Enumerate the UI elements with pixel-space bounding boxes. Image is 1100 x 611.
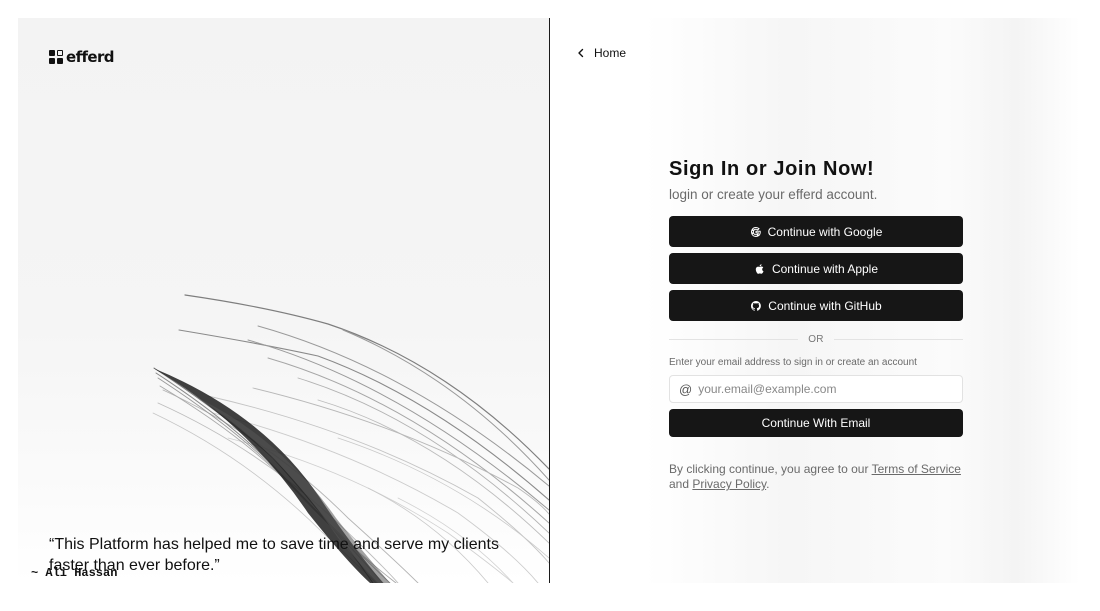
apple-icon (755, 263, 764, 274)
email-input[interactable] (698, 382, 939, 396)
apple-signin-button[interactable]: Continue with Apple (669, 253, 963, 284)
legal-middle: and (669, 477, 693, 491)
page-title: Sign In or Join Now! (669, 158, 875, 180)
testimonial-author: ~ Ali Hassan (31, 566, 118, 580)
home-link[interactable]: Home (576, 46, 626, 60)
brand-name: efferd (66, 48, 115, 66)
legal-suffix: . (766, 477, 770, 491)
google-signin-button[interactable]: Continue with Google (669, 216, 963, 247)
at-sign-icon: @ (679, 381, 693, 397)
page-subtitle: login or create your efferd account. (669, 187, 878, 202)
email-hint: Enter your email address to sign in or c… (669, 357, 917, 368)
divider-line-right (833, 338, 964, 340)
google-button-label: Continue with Google (767, 224, 883, 239)
github-signin-button[interactable]: Continue with GitHub (669, 290, 963, 321)
chevron-left-icon (578, 48, 584, 58)
or-divider: OR (669, 333, 964, 345)
privacy-link[interactable]: Privacy Policy (692, 477, 766, 491)
divider-line-left (669, 338, 799, 340)
legal-notice: By clicking continue, you agree to our T… (669, 462, 963, 492)
testimonial-quote: “This Platform has helped me to save tim… (49, 536, 499, 574)
apple-button-label: Continue with Apple (771, 261, 879, 276)
auth-panel: Home Sign In or Join Now! login or creat… (550, 18, 1080, 583)
logo-grid-icon (49, 50, 63, 64)
terms-link[interactable]: Terms of Service (872, 462, 961, 476)
legal-prefix: By clicking continue, you agree to our (669, 462, 872, 476)
auth-page: efferd “This Platform has helped me to s… (18, 18, 1080, 583)
home-label: Home (594, 46, 627, 60)
divider-text: OR (808, 333, 824, 345)
continue-email-button[interactable]: Continue With Email (669, 409, 963, 437)
email-field[interactable]: @ (669, 375, 963, 403)
decorative-curves (152, 294, 549, 583)
github-button-label: Continue with GitHub (768, 298, 882, 313)
auth-form: Sign In or Join Now! login or create you… (669, 158, 964, 492)
brand-logo[interactable]: efferd (49, 48, 115, 66)
google-icon (750, 226, 761, 237)
github-icon (751, 300, 762, 311)
showcase-panel: efferd “This Platform has helped me to s… (18, 18, 550, 583)
